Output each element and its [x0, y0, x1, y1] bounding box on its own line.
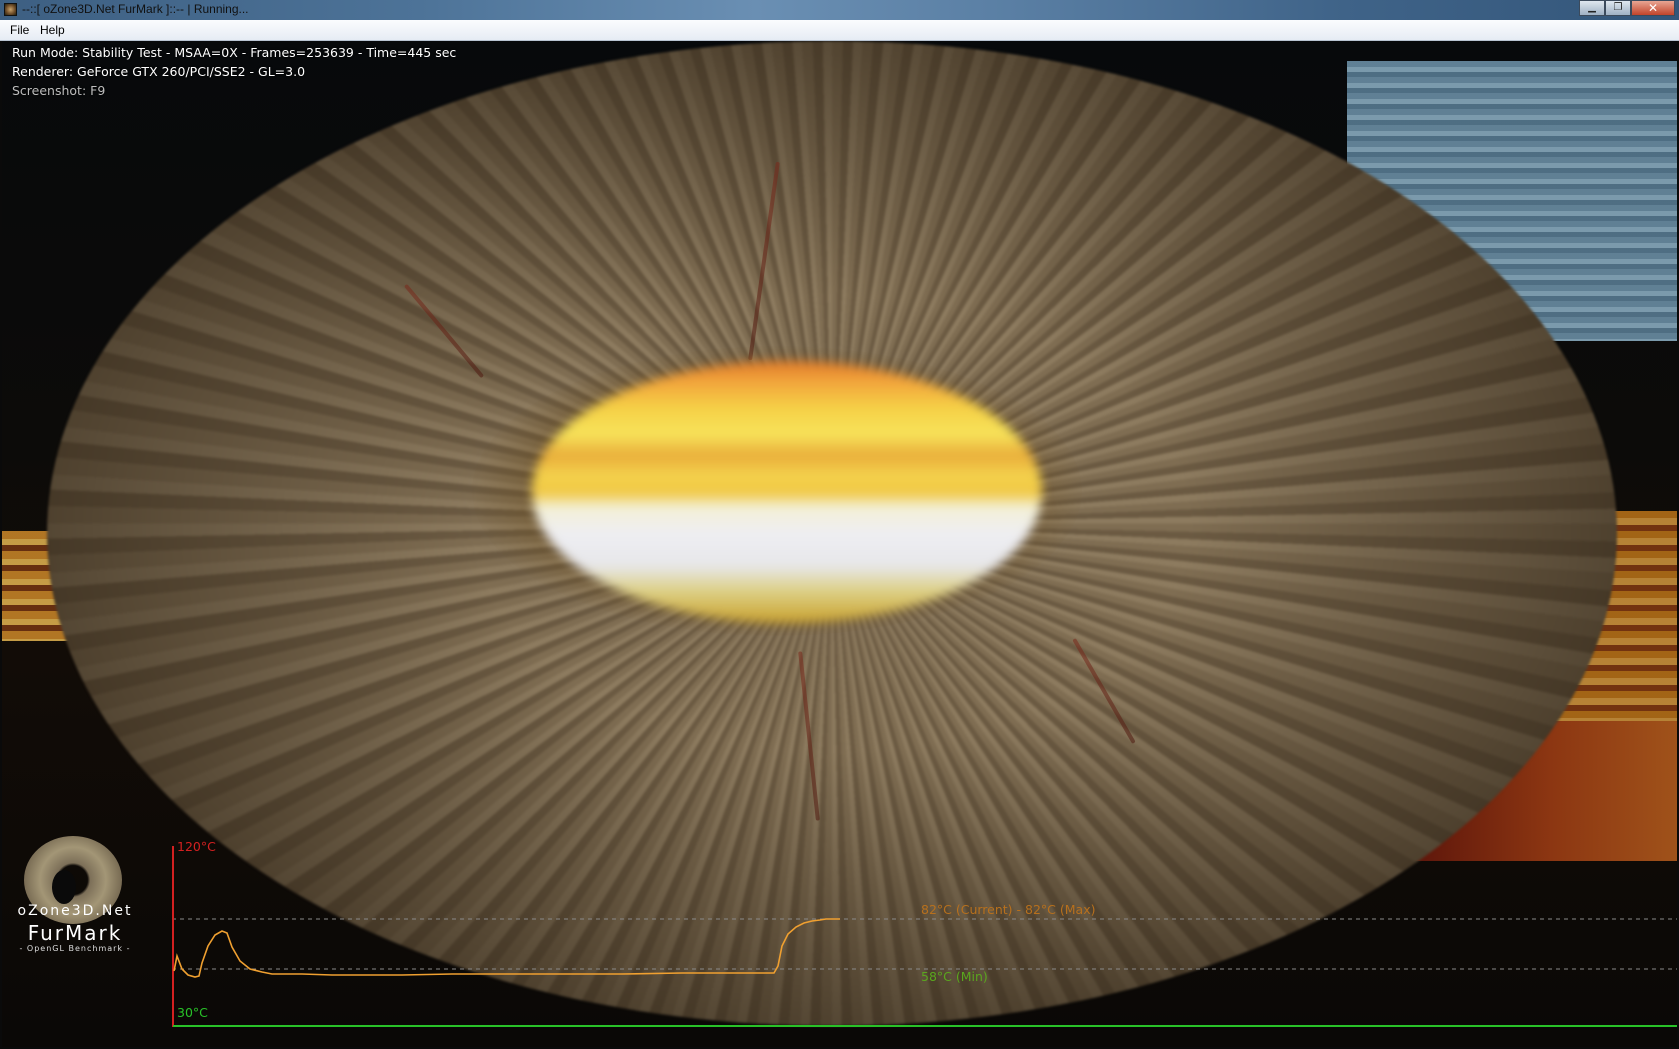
window-controls: ▁ ❐ ✕ — [1579, 0, 1675, 16]
pupil-reflection — [532, 361, 1042, 623]
logo-brand: oZone3D.Net — [17, 903, 133, 919]
graph-max-axis-label: 120°C — [177, 839, 216, 854]
minimize-button[interactable]: ▁ — [1579, 0, 1605, 16]
logo-product: FurMark — [27, 921, 123, 945]
graph-min-axis-label: 30°C — [177, 1005, 208, 1020]
torus-hole — [52, 870, 76, 904]
title-bar[interactable]: --::[ oZone3D.Net FurMark ]::-- | Runnin… — [0, 0, 1679, 20]
app-icon[interactable] — [4, 3, 17, 16]
osd-renderer: Renderer: GeForce GTX 260/PCI/SSE2 - GL=… — [12, 64, 306, 79]
osd-screenshot-hint: Screenshot: F9 — [12, 83, 106, 98]
menu-file[interactable]: File — [8, 23, 31, 37]
logo-tagline: - OpenGL Benchmark - — [19, 944, 131, 953]
osd-run-mode: Run Mode: Stability Test - MSAA=0X - Fra… — [12, 45, 457, 60]
furmark-logo: oZone3D.Net FurMark - OpenGL Benchmark - — [10, 836, 130, 956]
maximize-button[interactable]: ❐ — [1605, 0, 1631, 16]
close-button[interactable]: ✕ — [1631, 0, 1675, 16]
menu-bar: File Help — [0, 20, 1679, 41]
window-title: --::[ oZone3D.Net FurMark ]::-- | Runnin… — [22, 2, 249, 16]
menu-help[interactable]: Help — [38, 23, 67, 37]
render-viewport: Run Mode: Stability Test - MSAA=0X - Fra… — [2, 41, 1677, 1047]
